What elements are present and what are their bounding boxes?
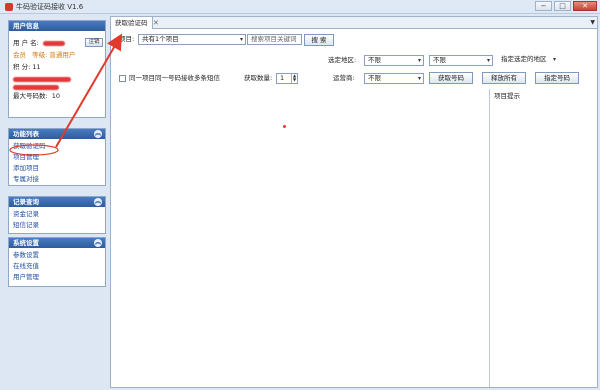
- tab-get-code[interactable]: 获取验证码: [111, 17, 153, 29]
- search-button[interactable]: 搜 索: [304, 34, 334, 46]
- window-title: 牛码验证码接收 V1.6: [16, 3, 84, 11]
- dropdown-arrow-icon: ▾: [552, 56, 556, 63]
- redacted-line-2: [13, 84, 59, 90]
- hint-title: 项目提示: [494, 92, 520, 100]
- level-label: 等级:: [32, 51, 48, 59]
- carrier-select-value: 不限: [368, 74, 381, 82]
- region-select-1[interactable]: 不限 ▾: [364, 55, 424, 66]
- region-label: 选定地区:: [328, 56, 357, 64]
- max-codes-label: 最大号码数:: [13, 92, 48, 100]
- user-info-panel: 用户信息 用 户 名: 注销 会员 等级: 普通用户 积 分: 11 最大号码数…: [8, 20, 106, 118]
- get-number-button[interactable]: 获取号码: [429, 72, 473, 84]
- dropdown-arrow-icon: ▾: [417, 57, 421, 64]
- project-select[interactable]: 共有1个项目 ▾: [138, 34, 246, 45]
- close-button[interactable]: ✕: [573, 1, 597, 11]
- nav-sms-records[interactable]: 短信记录: [13, 220, 101, 231]
- title-bar: 牛码验证码接收 V1.6 − □ ✕: [0, 0, 600, 14]
- collapse-icon[interactable]: ︽: [94, 130, 102, 138]
- collapse-icon[interactable]: ︽: [94, 198, 102, 206]
- carrier-select[interactable]: 不限 ▾: [364, 73, 424, 84]
- multi-sms-label: 同一项目同一号码接收多条短信: [129, 74, 220, 82]
- project-hint-panel: 项目提示: [489, 89, 597, 387]
- dropdown-arrow-icon: ▾: [417, 75, 421, 82]
- collapse-icon[interactable]: ︽: [94, 239, 102, 247]
- dropdown-arrow-icon: ▾: [239, 36, 243, 43]
- points-label: 积 分:: [13, 63, 31, 71]
- user-info-header: 用户信息: [9, 21, 105, 31]
- region-select-1-value: 不限: [368, 56, 381, 64]
- settings-header: 系统设置 ︽: [9, 238, 105, 248]
- window-controls: − □ ✕: [535, 1, 597, 11]
- nav-project-manage[interactable]: 项目管理: [13, 152, 101, 163]
- function-header: 功能列表 ︽: [9, 129, 105, 139]
- region-assign-select[interactable]: 指定选定的地区 ▾: [498, 55, 558, 66]
- nav-add-project[interactable]: 添加项目: [13, 163, 101, 174]
- level-value: 普通用户: [49, 51, 76, 59]
- records-title: 记录查询: [13, 198, 39, 206]
- settings-panel: 系统设置 ︽ 参数设置 在线充值 用户管理: [8, 237, 106, 287]
- nav-user-manage[interactable]: 用户管理: [13, 272, 101, 283]
- region-assign-value: 指定选定的地区: [501, 55, 547, 63]
- nav-recharge[interactable]: 在线充值: [13, 261, 101, 272]
- main-content: 获取验证码 ✕ ▼ 项目: 共有1个项目 ▾ 搜索项目关键词 搜 索 选定地区:…: [110, 16, 598, 388]
- maximize-button[interactable]: □: [554, 1, 571, 11]
- nav-exclusive[interactable]: 专属对接: [13, 174, 101, 185]
- tab-strip: 获取验证码 ✕ ▼: [111, 17, 597, 29]
- username-label: 用 户 名:: [13, 39, 39, 47]
- project-select-value: 共有1个项目: [142, 35, 179, 43]
- project-label: 项目:: [119, 35, 135, 43]
- sidebar: 用户信息 用 户 名: 注销 会员 等级: 普通用户 积 分: 11 最大号码数…: [8, 20, 106, 388]
- quantity-value: 1: [280, 74, 285, 82]
- release-all-button[interactable]: 释放所有: [482, 72, 526, 84]
- assign-number-button[interactable]: 指定号码: [535, 72, 579, 84]
- quantity-stepper[interactable]: 1 ▲ ▼: [276, 73, 298, 84]
- project-search-input[interactable]: 搜索项目关键词: [247, 34, 302, 45]
- points-value: 11: [32, 63, 41, 71]
- carrier-label: 运营商:: [333, 74, 355, 82]
- tab-close-icon[interactable]: ✕: [153, 17, 159, 29]
- member-label: 会员: [13, 51, 26, 59]
- region-select-2[interactable]: 不限 ▾: [429, 55, 493, 66]
- function-title: 功能列表: [13, 130, 39, 138]
- multi-sms-checkbox[interactable]: [119, 75, 126, 82]
- marker-dot: [283, 125, 286, 128]
- dropdown-arrow-icon: ▾: [486, 57, 490, 64]
- minimize-button[interactable]: −: [535, 1, 552, 11]
- region-select-2-value: 不限: [433, 56, 446, 64]
- records-header: 记录查询 ︽: [9, 197, 105, 207]
- quantity-label: 获取数量:: [244, 74, 273, 82]
- app-icon: [5, 3, 13, 11]
- records-panel: 记录查询 ︽ 资金记录 短信记录: [8, 196, 106, 234]
- username-redacted: [42, 40, 65, 46]
- nav-get-code[interactable]: 获取验证码: [13, 141, 101, 152]
- nav-fund-records[interactable]: 资金记录: [13, 209, 101, 220]
- tab-menu-icon[interactable]: ▼: [590, 19, 595, 26]
- spinner-arrows-icon[interactable]: ▲ ▼: [291, 74, 297, 83]
- max-codes-value: 10: [51, 92, 61, 100]
- nav-params[interactable]: 参数设置: [13, 250, 101, 261]
- function-panel: 功能列表 ︽ 获取验证码 项目管理 添加项目 专属对接: [8, 128, 106, 186]
- results-area: [111, 94, 489, 387]
- settings-title: 系统设置: [13, 239, 39, 247]
- logout-button[interactable]: 注销: [85, 38, 103, 47]
